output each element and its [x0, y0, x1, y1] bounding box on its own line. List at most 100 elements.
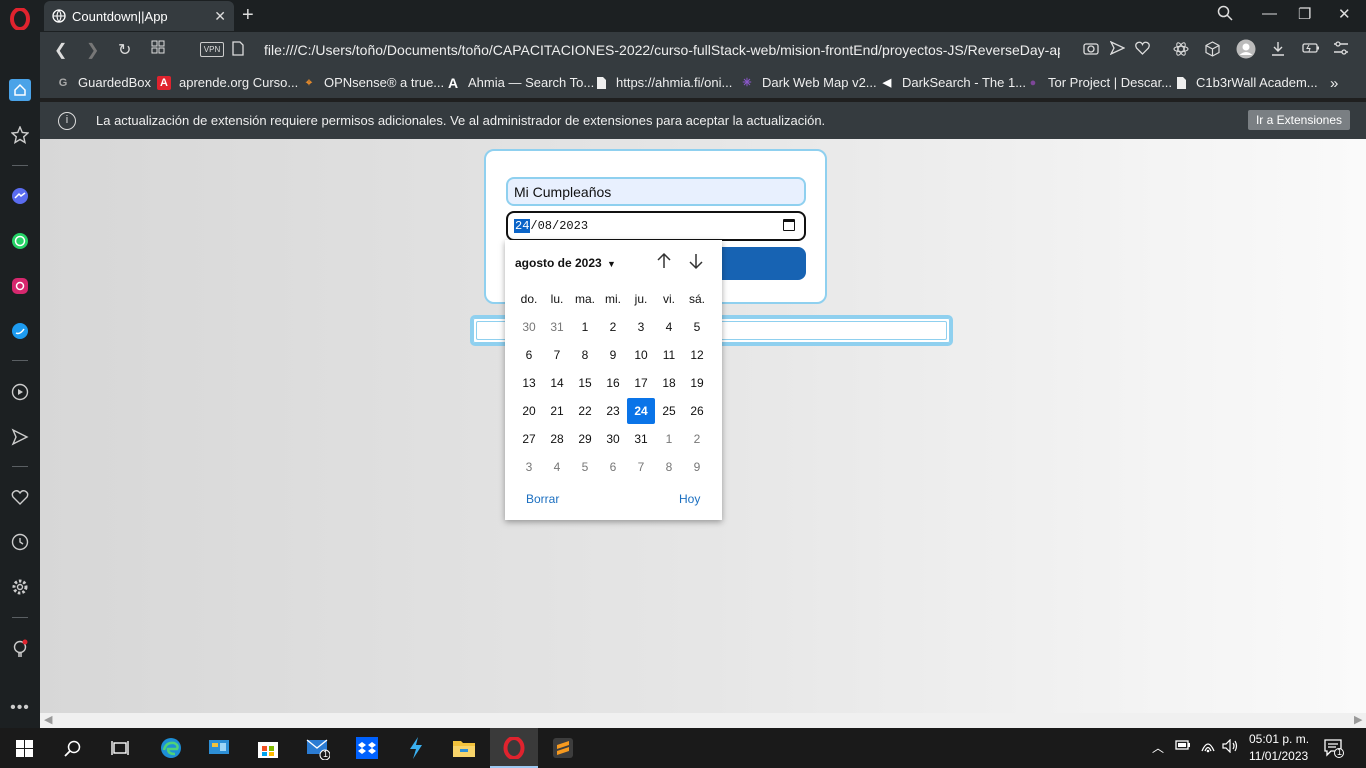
day-cell[interactable]: 12	[683, 342, 711, 368]
day-cell[interactable]: 23	[599, 398, 627, 424]
messenger-icon[interactable]	[9, 185, 31, 207]
scroll-left-arrow-icon[interactable]: ◀	[44, 713, 52, 726]
task-view-icon[interactable]	[108, 736, 132, 760]
bookmark-darksearch[interactable]: ◀ DarkSearch - The 1...	[880, 75, 1026, 90]
day-cell[interactable]: 11	[655, 342, 683, 368]
mail-icon[interactable]: 1	[306, 736, 330, 760]
bookmark-aprende[interactable]: A aprende.org Curso...	[157, 75, 298, 90]
month-year-dropdown[interactable]: agosto de 2023 ▼	[515, 256, 616, 270]
snapshot-camera-icon[interactable]	[1083, 41, 1099, 59]
day-cell[interactable]: 30	[515, 314, 543, 340]
minimize-icon[interactable]: —	[1262, 5, 1277, 22]
day-cell[interactable]: 9	[683, 454, 711, 480]
instagram-icon[interactable]	[9, 275, 31, 297]
day-cell[interactable]: 16	[599, 370, 627, 396]
forward-arrow-icon[interactable]: ❯	[86, 40, 99, 60]
lightbulb-icon[interactable]	[9, 638, 31, 660]
clear-button[interactable]: Borrar	[526, 492, 559, 506]
event-date-input[interactable]: 24 / 08 / 2023	[506, 211, 806, 241]
day-cell[interactable]: 5	[683, 314, 711, 340]
twitter-icon[interactable]	[9, 320, 31, 342]
day-cell[interactable]: 21	[543, 398, 571, 424]
tab-close-icon[interactable]: ✕	[214, 8, 226, 25]
day-cell[interactable]: 2	[683, 426, 711, 452]
bookmark-ahmia-onion[interactable]: https://ahmia.fi/oni...	[594, 75, 732, 90]
control-panel-icon[interactable]	[207, 736, 231, 760]
search-tabs-icon[interactable]	[1217, 5, 1233, 25]
dropbox-icon[interactable]	[355, 736, 379, 760]
url-field[interactable]: file:///C:/Users/toño/Documents/toño/CAP…	[264, 42, 1060, 58]
day-cell[interactable]: 31	[543, 314, 571, 340]
previous-month-arrow-icon[interactable]	[655, 252, 673, 276]
reload-icon[interactable]: ↻	[118, 40, 131, 60]
sublime-text-icon[interactable]	[551, 736, 575, 760]
close-window-icon[interactable]: ✕	[1338, 5, 1351, 23]
player-icon[interactable]	[9, 381, 31, 403]
star-icon[interactable]	[9, 124, 31, 146]
volume-icon[interactable]	[1222, 738, 1238, 756]
day-cell[interactable]: 1	[655, 426, 683, 452]
day-cell[interactable]: 4	[543, 454, 571, 480]
day-cell[interactable]: 26	[683, 398, 711, 424]
day-cell[interactable]: 4	[655, 314, 683, 340]
settings-gear-icon[interactable]	[9, 576, 31, 598]
day-cell[interactable]: 30	[599, 426, 627, 452]
day-cell[interactable]: 22	[571, 398, 599, 424]
wifi-icon[interactable]	[1200, 739, 1216, 756]
day-cell[interactable]: 9	[599, 342, 627, 368]
day-cell[interactable]: 3	[515, 454, 543, 480]
date-month-segment[interactable]: 08	[538, 219, 552, 233]
day-cell[interactable]: 7	[543, 342, 571, 368]
profile-avatar-icon[interactable]	[1236, 39, 1256, 63]
opera-logo-icon[interactable]	[9, 8, 31, 30]
share-send-icon[interactable]	[1109, 40, 1126, 59]
history-icon[interactable]	[9, 531, 31, 553]
notifications-icon[interactable]: 1	[1324, 738, 1344, 761]
home-icon[interactable]	[9, 79, 31, 101]
day-cell-selected[interactable]: 24	[627, 398, 655, 424]
restore-icon[interactable]: ❐	[1298, 5, 1311, 23]
bookmark-ahmia[interactable]: A Ahmia — Search To...	[446, 75, 594, 90]
day-cell[interactable]: 31	[627, 426, 655, 452]
battery-saver-icon[interactable]	[1302, 41, 1320, 58]
date-year-segment[interactable]: 2023	[559, 219, 588, 233]
today-button[interactable]: Hoy	[679, 492, 700, 506]
day-cell[interactable]: 20	[515, 398, 543, 424]
more-dots-icon[interactable]: •••	[9, 697, 31, 719]
windows-start-icon[interactable]	[12, 736, 36, 760]
day-cell[interactable]: 19	[683, 370, 711, 396]
edge-browser-icon[interactable]	[159, 736, 183, 760]
file-explorer-icon[interactable]	[452, 736, 476, 760]
event-name-input[interactable]	[506, 177, 806, 206]
opera-taskbar-icon[interactable]	[502, 736, 526, 760]
tab-countdown-app[interactable]: Countdown||App ✕	[44, 1, 234, 31]
day-cell[interactable]: 6	[515, 342, 543, 368]
day-cell[interactable]: 27	[515, 426, 543, 452]
calendar-icon[interactable]	[783, 219, 795, 231]
react-devtools-icon[interactable]	[1173, 41, 1189, 61]
date-day-segment[interactable]: 24	[514, 219, 531, 233]
system-clock[interactable]: 05:01 p. m. 11/01/2023	[1249, 731, 1309, 765]
day-cell[interactable]: 5	[571, 454, 599, 480]
heart-icon[interactable]	[9, 486, 31, 508]
search-icon[interactable]	[60, 736, 84, 760]
tray-chevron-up-icon[interactable]: ︿	[1152, 739, 1164, 756]
vpn-badge[interactable]: VPN	[200, 42, 224, 57]
day-cell[interactable]: 8	[655, 454, 683, 480]
new-tab-plus-icon[interactable]: +	[242, 4, 254, 27]
battery-icon[interactable]	[1175, 739, 1191, 754]
bookmark-heart-icon[interactable]	[1135, 41, 1150, 59]
bookmark-tor-project[interactable]: ● Tor Project | Descar...	[1026, 75, 1172, 90]
day-cell[interactable]: 18	[655, 370, 683, 396]
speed-dial-grid-icon[interactable]	[151, 40, 165, 59]
cursor-app-icon[interactable]	[404, 736, 428, 760]
day-cell[interactable]: 1	[571, 314, 599, 340]
day-cell[interactable]: 15	[571, 370, 599, 396]
day-cell[interactable]: 28	[543, 426, 571, 452]
bookmark-guardedbox[interactable]: G GuardedBox	[56, 75, 151, 90]
download-icon[interactable]	[1271, 41, 1285, 60]
day-cell[interactable]: 2	[599, 314, 627, 340]
scroll-right-arrow-icon[interactable]: ▶	[1354, 713, 1362, 726]
go-to-extensions-button[interactable]: Ir a Extensiones	[1248, 110, 1350, 130]
bookmark-dark-web-map[interactable]: ✳ Dark Web Map v2...	[740, 75, 876, 90]
